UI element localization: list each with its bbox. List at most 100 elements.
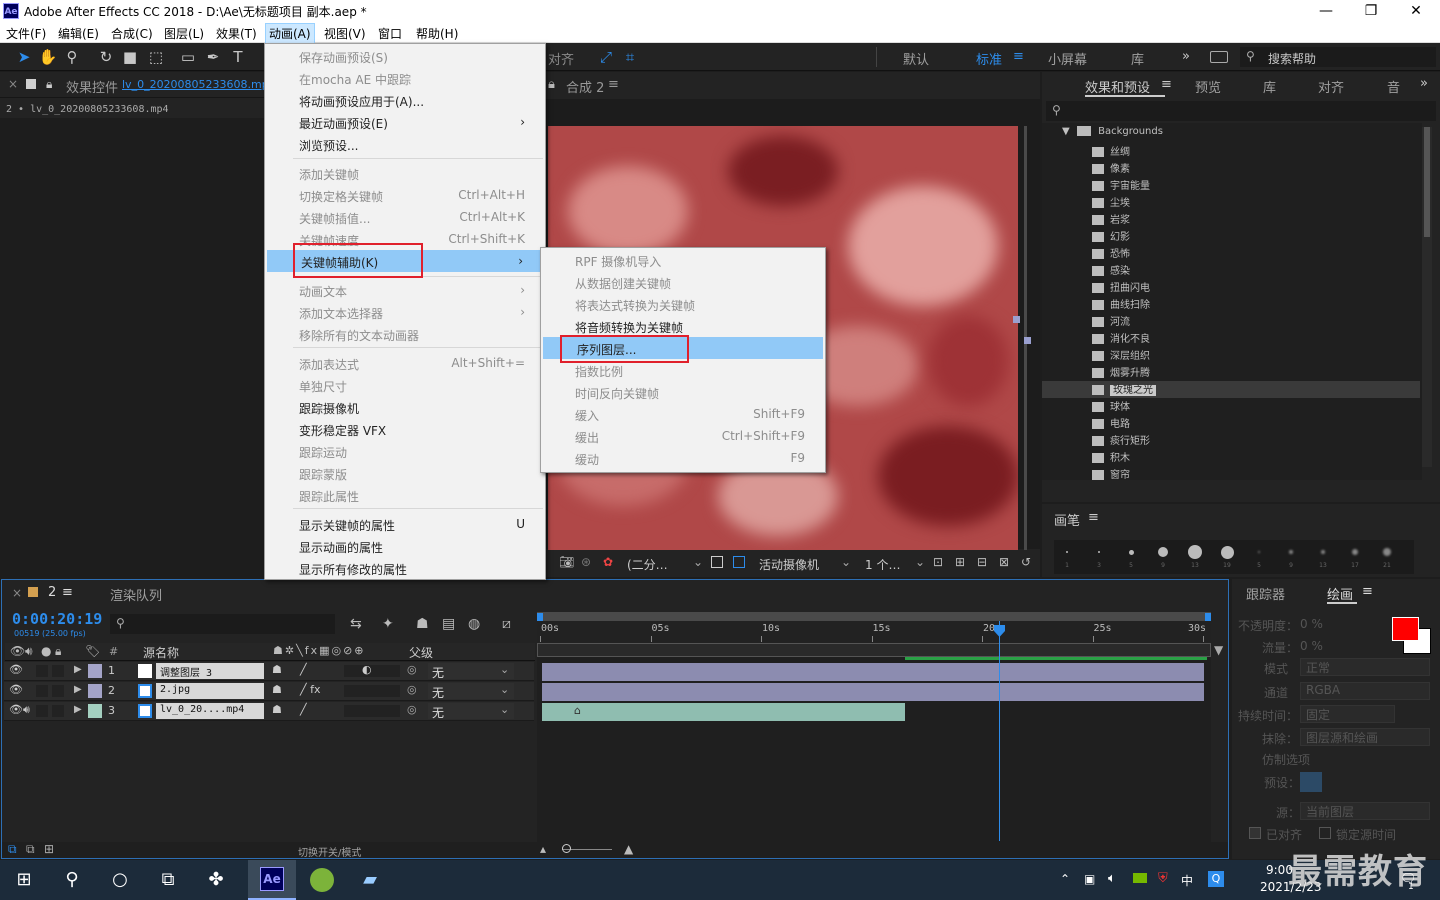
switch-boxes[interactable]: [344, 665, 400, 677]
effect-preset-item[interactable]: 烟雾升腾: [1092, 364, 1150, 381]
effect-controls-tab-label[interactable]: 效果控件: [66, 77, 118, 96]
folder-expand-icon[interactable]: ▼: [1062, 126, 1070, 137]
camera-select[interactable]: 活动摄像机: [759, 556, 819, 573]
layer-name-box[interactable]: 2.jpg: [156, 683, 264, 699]
cortana-icon[interactable]: ○: [106, 866, 134, 894]
lock-source-time-checkbox[interactable]: [1319, 827, 1331, 839]
brush-tip[interactable]: [1158, 547, 1168, 557]
color-channels-icon[interactable]: ✿: [603, 555, 613, 569]
switch-boxes[interactable]: [344, 705, 400, 717]
shy-switch-icon[interactable]: ☗: [272, 663, 282, 676]
ime-indicator[interactable]: 中: [1181, 872, 1193, 889]
resolution-select[interactable]: (二分…: [627, 556, 668, 573]
menu-item[interactable]: 动画文本 ›: [265, 279, 545, 301]
lock-icon[interactable]: 🔒︎: [46, 77, 52, 92]
effect-preset-item[interactable]: 深层组织: [1092, 347, 1150, 364]
menu-item[interactable]: 跟踪摄像机: [265, 396, 545, 418]
app-pinwheel-icon[interactable]: ✤: [202, 866, 230, 894]
layer-bar-2[interactable]: [542, 683, 1204, 701]
menu-item[interactable]: 跟踪蒙版: [265, 462, 545, 484]
snap-icon[interactable]: ⤢: [596, 47, 616, 67]
menu-window[interactable]: 窗口: [378, 25, 402, 42]
maximize-button[interactable]: ❐: [1348, 0, 1394, 22]
rectangle-tool-icon[interactable]: ▭: [178, 47, 198, 67]
minimize-button[interactable]: —: [1303, 0, 1349, 22]
taskbar-search-icon[interactable]: ⚲: [58, 866, 86, 894]
duration-select[interactable]: 固定: [1300, 705, 1395, 723]
footer-modes-icon[interactable]: ⊞: [44, 842, 54, 856]
motion-blur-icon[interactable]: ◍: [468, 616, 480, 632]
effect-controls-file-link[interactable]: lv_0_20200805233608.mp4: [122, 78, 276, 91]
toggle-switches-modes[interactable]: 切换开关/模式: [298, 844, 361, 859]
composition-tab-menu-icon[interactable]: ≡: [608, 77, 619, 92]
folder-backgrounds[interactable]: ▼ Backgrounds: [1062, 126, 1163, 137]
composition-tab[interactable]: 合成 2: [566, 77, 604, 96]
parent-select[interactable]: 无 ⌄: [428, 683, 514, 700]
shy-layers-icon[interactable]: ☗: [416, 616, 429, 632]
brush-tip[interactable]: [1258, 551, 1260, 553]
menu-item[interactable]: 最近动画预设(E) ›: [265, 111, 545, 133]
effect-preset-item[interactable]: 尘埃: [1092, 194, 1130, 211]
source-name-header[interactable]: 源名称: [143, 644, 179, 661]
menu-animation[interactable]: 动画(A): [265, 23, 315, 44]
region-of-interest-icon[interactable]: [711, 556, 723, 568]
tray-qq-icon[interactable]: Q: [1208, 871, 1224, 887]
workspace-small-screen[interactable]: 小屏幕: [1048, 49, 1087, 68]
flow-value[interactable]: 0 %: [1300, 639, 1323, 653]
paint-menu-icon[interactable]: ≡: [1362, 584, 1373, 599]
workspace-default[interactable]: 默认: [903, 49, 929, 68]
current-time-indicator[interactable]: [999, 621, 1000, 841]
menu-item[interactable]: 关键帧插值... Ctrl+Alt+K: [265, 206, 545, 228]
start-icon[interactable]: ⊞: [10, 866, 38, 894]
brush-tip[interactable]: [1066, 551, 1068, 553]
tray-expand-icon[interactable]: ⌃: [1060, 872, 1070, 886]
work-area-bar[interactable]: [537, 612, 1211, 621]
tab-preview[interactable]: 预览: [1195, 77, 1221, 96]
tray-nvidia-icon[interactable]: [1133, 873, 1147, 883]
visibility-icon[interactable]: 👁︎: [9, 663, 23, 676]
tab-library[interactable]: 库: [1263, 77, 1276, 96]
visibility-icon[interactable]: 👁︎: [9, 683, 23, 696]
effect-preset-item[interactable]: 感染: [1092, 262, 1130, 279]
menu-item[interactable]: 将音频转换为关键帧: [541, 315, 825, 337]
brush-tip[interactable]: [1098, 551, 1100, 553]
mode-select[interactable]: 正常: [1300, 658, 1430, 676]
effect-preset-item[interactable]: 球体: [1092, 398, 1130, 415]
expand-arrow-icon[interactable]: ▶: [74, 704, 82, 715]
menu-item[interactable]: 添加文本选择器 ›: [265, 301, 545, 323]
expand-arrow-icon[interactable]: ▶: [74, 684, 82, 695]
menu-file[interactable]: 文件(F): [6, 25, 46, 42]
effect-preset-item[interactable]: 痰行矩形: [1092, 432, 1150, 449]
workspace-standard[interactable]: 标准: [976, 49, 1002, 68]
layer-handle-right[interactable]: [1013, 316, 1020, 323]
brush-tip[interactable]: [1289, 550, 1293, 554]
menu-item[interactable]: 添加表达式 Alt+Shift+=: [265, 352, 545, 374]
menu-item[interactable]: 保存动画预设(S): [265, 45, 545, 67]
layer-name-box[interactable]: 调整图层 3: [156, 663, 264, 679]
workspace-menu-icon[interactable]: ≡: [1013, 49, 1024, 64]
shy-switch-icon[interactable]: ☗: [272, 683, 282, 696]
taskbar-app-note-icon[interactable]: ▰: [356, 866, 384, 894]
menu-item[interactable]: 移除所有的文本动画器: [265, 323, 545, 345]
toggle-pixel-icon[interactable]: ⊡: [933, 555, 943, 569]
timeline-menu-icon[interactable]: ▼: [1214, 643, 1223, 657]
effect-preset-item[interactable]: 恐怖: [1092, 245, 1130, 262]
table-row[interactable]: 👁︎ ▶ 2 2.jpg ☗ ╱ fx ◎ 无 ⌄: [4, 682, 534, 701]
effect-preset-item[interactable]: 电路: [1092, 415, 1130, 432]
solo-toggle[interactable]: [36, 665, 48, 677]
tab-effects-menu-icon[interactable]: ≡: [1161, 77, 1172, 92]
zoom-out-icon[interactable]: ▴: [540, 842, 546, 856]
workspace-more-icon[interactable]: »: [1182, 49, 1190, 64]
effect-preset-item[interactable]: 宇宙能量: [1092, 177, 1150, 194]
effect-preset-item[interactable]: 岩浆: [1092, 211, 1130, 228]
menu-item[interactable]: 显示动画的属性: [265, 535, 545, 557]
menu-item[interactable]: 跟踪此属性: [265, 484, 545, 506]
label-color-swatch[interactable]: [88, 664, 102, 678]
views-chevron-icon[interactable]: ⌄: [915, 555, 925, 569]
timeline-tab-menu-icon[interactable]: ≡: [62, 585, 73, 600]
effects-scrollbar[interactable]: [1422, 127, 1432, 467]
visibility-icon[interactable]: 👁︎: [9, 703, 23, 716]
menu-item[interactable]: 缓动 F9: [541, 447, 825, 469]
effect-preset-item[interactable]: 积木: [1092, 449, 1130, 466]
menu-item[interactable]: 变形稳定器 VFX: [265, 418, 545, 440]
